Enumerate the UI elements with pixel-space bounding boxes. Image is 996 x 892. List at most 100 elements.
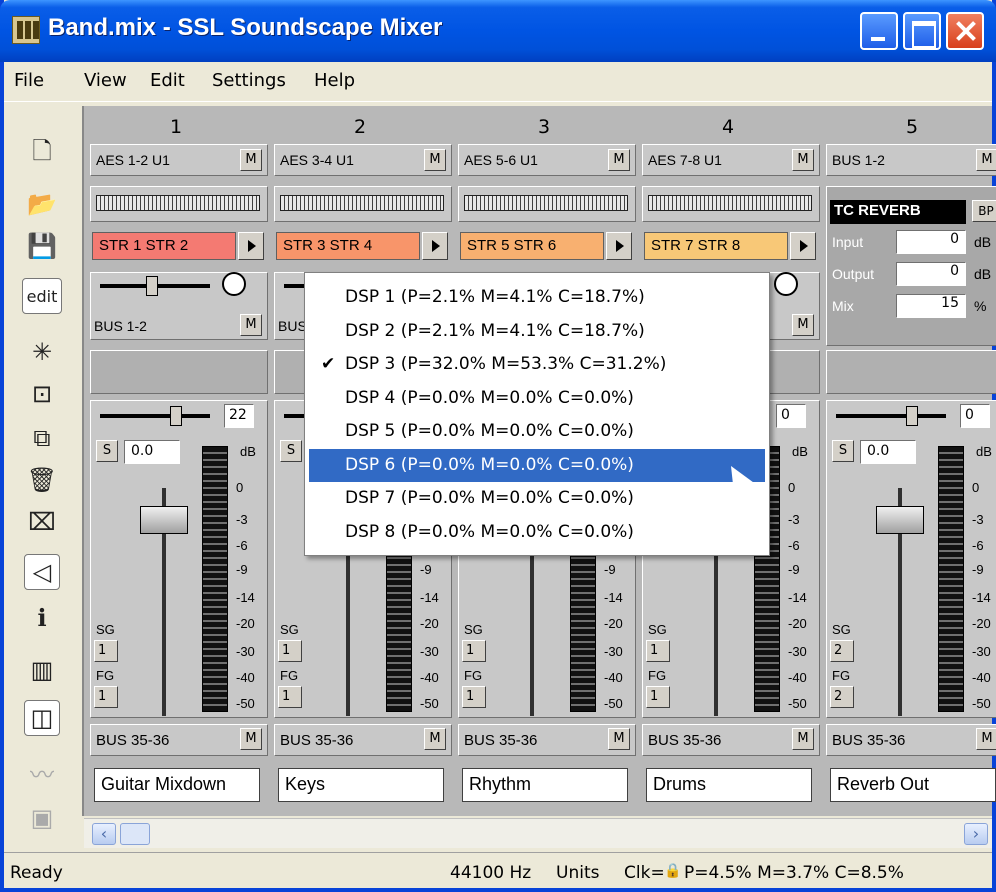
plugin-title[interactable]: TC REVERB xyxy=(830,200,966,224)
pan-slider[interactable] xyxy=(100,414,210,418)
aux-mute-button[interactable]: M xyxy=(240,314,262,336)
stream-label[interactable]: STR 7 STR 8 xyxy=(644,232,788,260)
input-mute-button[interactable]: M xyxy=(608,149,630,171)
stream-arrow-button[interactable] xyxy=(422,232,448,260)
open-folder-icon[interactable]: 📂 xyxy=(24,186,60,222)
fg-value[interactable]: 1 xyxy=(462,686,486,708)
fg-value[interactable]: 1 xyxy=(278,686,302,708)
plugin-param-value[interactable]: 0 xyxy=(896,230,966,254)
input-label[interactable]: AES 3-4 U1 xyxy=(280,152,354,168)
sg-value[interactable]: 2 xyxy=(830,640,854,662)
gain-value[interactable]: 0.0 xyxy=(860,440,916,464)
input-mute-button[interactable]: M xyxy=(424,149,446,171)
pan-knob[interactable] xyxy=(170,406,182,426)
output-bus-label[interactable]: BUS 35-36 xyxy=(832,732,905,749)
input-label[interactable]: AES 7-8 U1 xyxy=(648,152,722,168)
pan-value[interactable]: 0 xyxy=(776,404,806,428)
trash-icon[interactable]: 🗑 xyxy=(24,462,60,498)
stream-label[interactable]: STR 3 STR 4 xyxy=(276,232,420,260)
solo-button[interactable]: S xyxy=(832,440,854,462)
edit-button[interactable]: edit xyxy=(22,278,62,314)
close-button[interactable] xyxy=(946,12,984,50)
track-name-field[interactable]: Guitar Mixdown xyxy=(94,768,260,802)
output-mute-button[interactable]: M xyxy=(792,728,814,750)
input-mute-button[interactable]: M xyxy=(976,149,996,171)
aux-bus-label[interactable]: BUS 1-2 xyxy=(94,318,147,334)
faders-icon[interactable]: ▥ xyxy=(24,652,60,688)
output-mute-button[interactable]: M xyxy=(240,728,262,750)
track-name-field[interactable]: Keys xyxy=(278,768,444,802)
dsp-menu-item[interactable]: DSP 6 (P=0.0% M=0.0% C=0.0%) xyxy=(309,448,765,482)
sg-value[interactable]: 1 xyxy=(646,640,670,662)
pan-value[interactable]: 22 xyxy=(224,404,254,428)
input-label[interactable]: BUS 1-2 xyxy=(832,152,885,168)
scroll-left-button[interactable]: ‹ xyxy=(92,823,116,845)
output-bus-label[interactable]: BUS 35-36 xyxy=(648,732,721,749)
stream-label[interactable]: STR 5 STR 6 xyxy=(460,232,604,260)
stream-arrow-button[interactable] xyxy=(606,232,632,260)
dial-icon[interactable] xyxy=(774,272,798,296)
pan-value[interactable]: 0 xyxy=(960,404,990,428)
output-bus-label[interactable]: BUS 35-36 xyxy=(464,732,537,749)
output-mute-button[interactable]: M xyxy=(976,728,996,750)
dsp-menu-item[interactable]: DSP 8 (P=0.0% M=0.0% C=0.0%) xyxy=(309,516,765,549)
dial-icon[interactable] xyxy=(222,272,246,296)
plugin-param-value[interactable]: 15 xyxy=(896,294,966,318)
dsp-menu-item[interactable]: ✔ DSP 3 (P=32.0% M=53.3% C=31.2%) xyxy=(309,348,765,381)
insert-slot[interactable] xyxy=(826,350,996,394)
output-mute-button[interactable]: M xyxy=(424,728,446,750)
menu-edit[interactable]: Edit xyxy=(150,70,185,91)
new-file-icon[interactable]: 🗋 xyxy=(24,136,60,172)
scroll-right-button[interactable]: › xyxy=(964,823,988,845)
scroll-thumb[interactable] xyxy=(120,823,150,845)
aux-mute-button[interactable]: M xyxy=(792,314,814,336)
gain-value[interactable]: 0.0 xyxy=(124,440,180,464)
add-strip-icon[interactable]: ⊡ xyxy=(24,376,60,412)
track-name-field[interactable]: Reverb Out xyxy=(830,768,996,802)
camera-icon[interactable]: ▣ xyxy=(24,800,60,836)
dsp-menu-item[interactable]: DSP 5 (P=0.0% M=0.0% C=0.0%) xyxy=(309,415,765,448)
input-mute-button[interactable]: M xyxy=(240,149,262,171)
dsp-menu-item[interactable]: DSP 2 (P=2.1% M=4.1% C=18.7%) xyxy=(309,315,765,348)
save-icon[interactable]: 💾 xyxy=(24,228,60,264)
menu-file[interactable]: File xyxy=(14,70,44,91)
input-label[interactable]: AES 5-6 U1 xyxy=(464,152,538,168)
fg-value[interactable]: 1 xyxy=(94,686,118,708)
solo-button[interactable]: S xyxy=(96,440,118,462)
minimize-button[interactable] xyxy=(860,12,898,50)
output-mute-button[interactable]: M xyxy=(608,728,630,750)
dsp-menu-item[interactable]: DSP 1 (P=2.1% M=4.1% C=18.7%) xyxy=(309,281,765,314)
solo-button[interactable]: S xyxy=(280,440,302,462)
group-icon[interactable]: ⧉ xyxy=(24,420,60,456)
sg-value[interactable]: 1 xyxy=(278,640,302,662)
fg-value[interactable]: 1 xyxy=(646,686,670,708)
aux-send-knob[interactable] xyxy=(146,276,158,296)
input-label[interactable]: AES 1-2 U1 xyxy=(96,152,170,168)
stream-arrow-button[interactable] xyxy=(790,232,816,260)
horizontal-scrollbar[interactable]: ‹ › xyxy=(84,818,992,848)
track-name-field[interactable]: Drums xyxy=(646,768,812,802)
dsp-menu-item[interactable]: DSP 4 (P=0.0% M=0.0% C=0.0%) xyxy=(309,382,765,415)
sg-value[interactable]: 1 xyxy=(462,640,486,662)
input-mute-button[interactable]: M xyxy=(792,149,814,171)
waveform-icon[interactable]: 〰 xyxy=(24,754,60,790)
title-bar[interactable]: Band.mix - SSL Soundscape Mixer xyxy=(0,0,996,62)
bypass-button[interactable]: BP xyxy=(972,200,996,222)
menu-view[interactable]: View xyxy=(84,70,127,91)
menu-settings[interactable]: Settings xyxy=(212,70,286,91)
stream-label[interactable]: STR 1 STR 2 xyxy=(92,232,236,260)
mute-speaker-icon[interactable]: ⌧ xyxy=(24,504,60,540)
sg-value[interactable]: 1 xyxy=(94,640,118,662)
fg-value[interactable]: 2 xyxy=(830,686,854,708)
insert-slot[interactable] xyxy=(90,350,268,394)
stream-arrow-button[interactable] xyxy=(238,232,264,260)
track-name-field[interactable]: Rhythm xyxy=(462,768,628,802)
sparkle-icon[interactable]: ✳ xyxy=(24,334,60,370)
speaker-icon[interactable]: ◁ xyxy=(24,554,60,590)
dsp-menu-item[interactable]: DSP 7 (P=0.0% M=0.0% C=0.0%) xyxy=(309,482,765,515)
maximize-button[interactable] xyxy=(903,12,941,50)
pan-knob[interactable] xyxy=(906,406,918,426)
menu-help[interactable]: Help xyxy=(314,70,355,91)
fader-knob[interactable] xyxy=(140,506,188,534)
fader-knob[interactable] xyxy=(876,506,924,534)
